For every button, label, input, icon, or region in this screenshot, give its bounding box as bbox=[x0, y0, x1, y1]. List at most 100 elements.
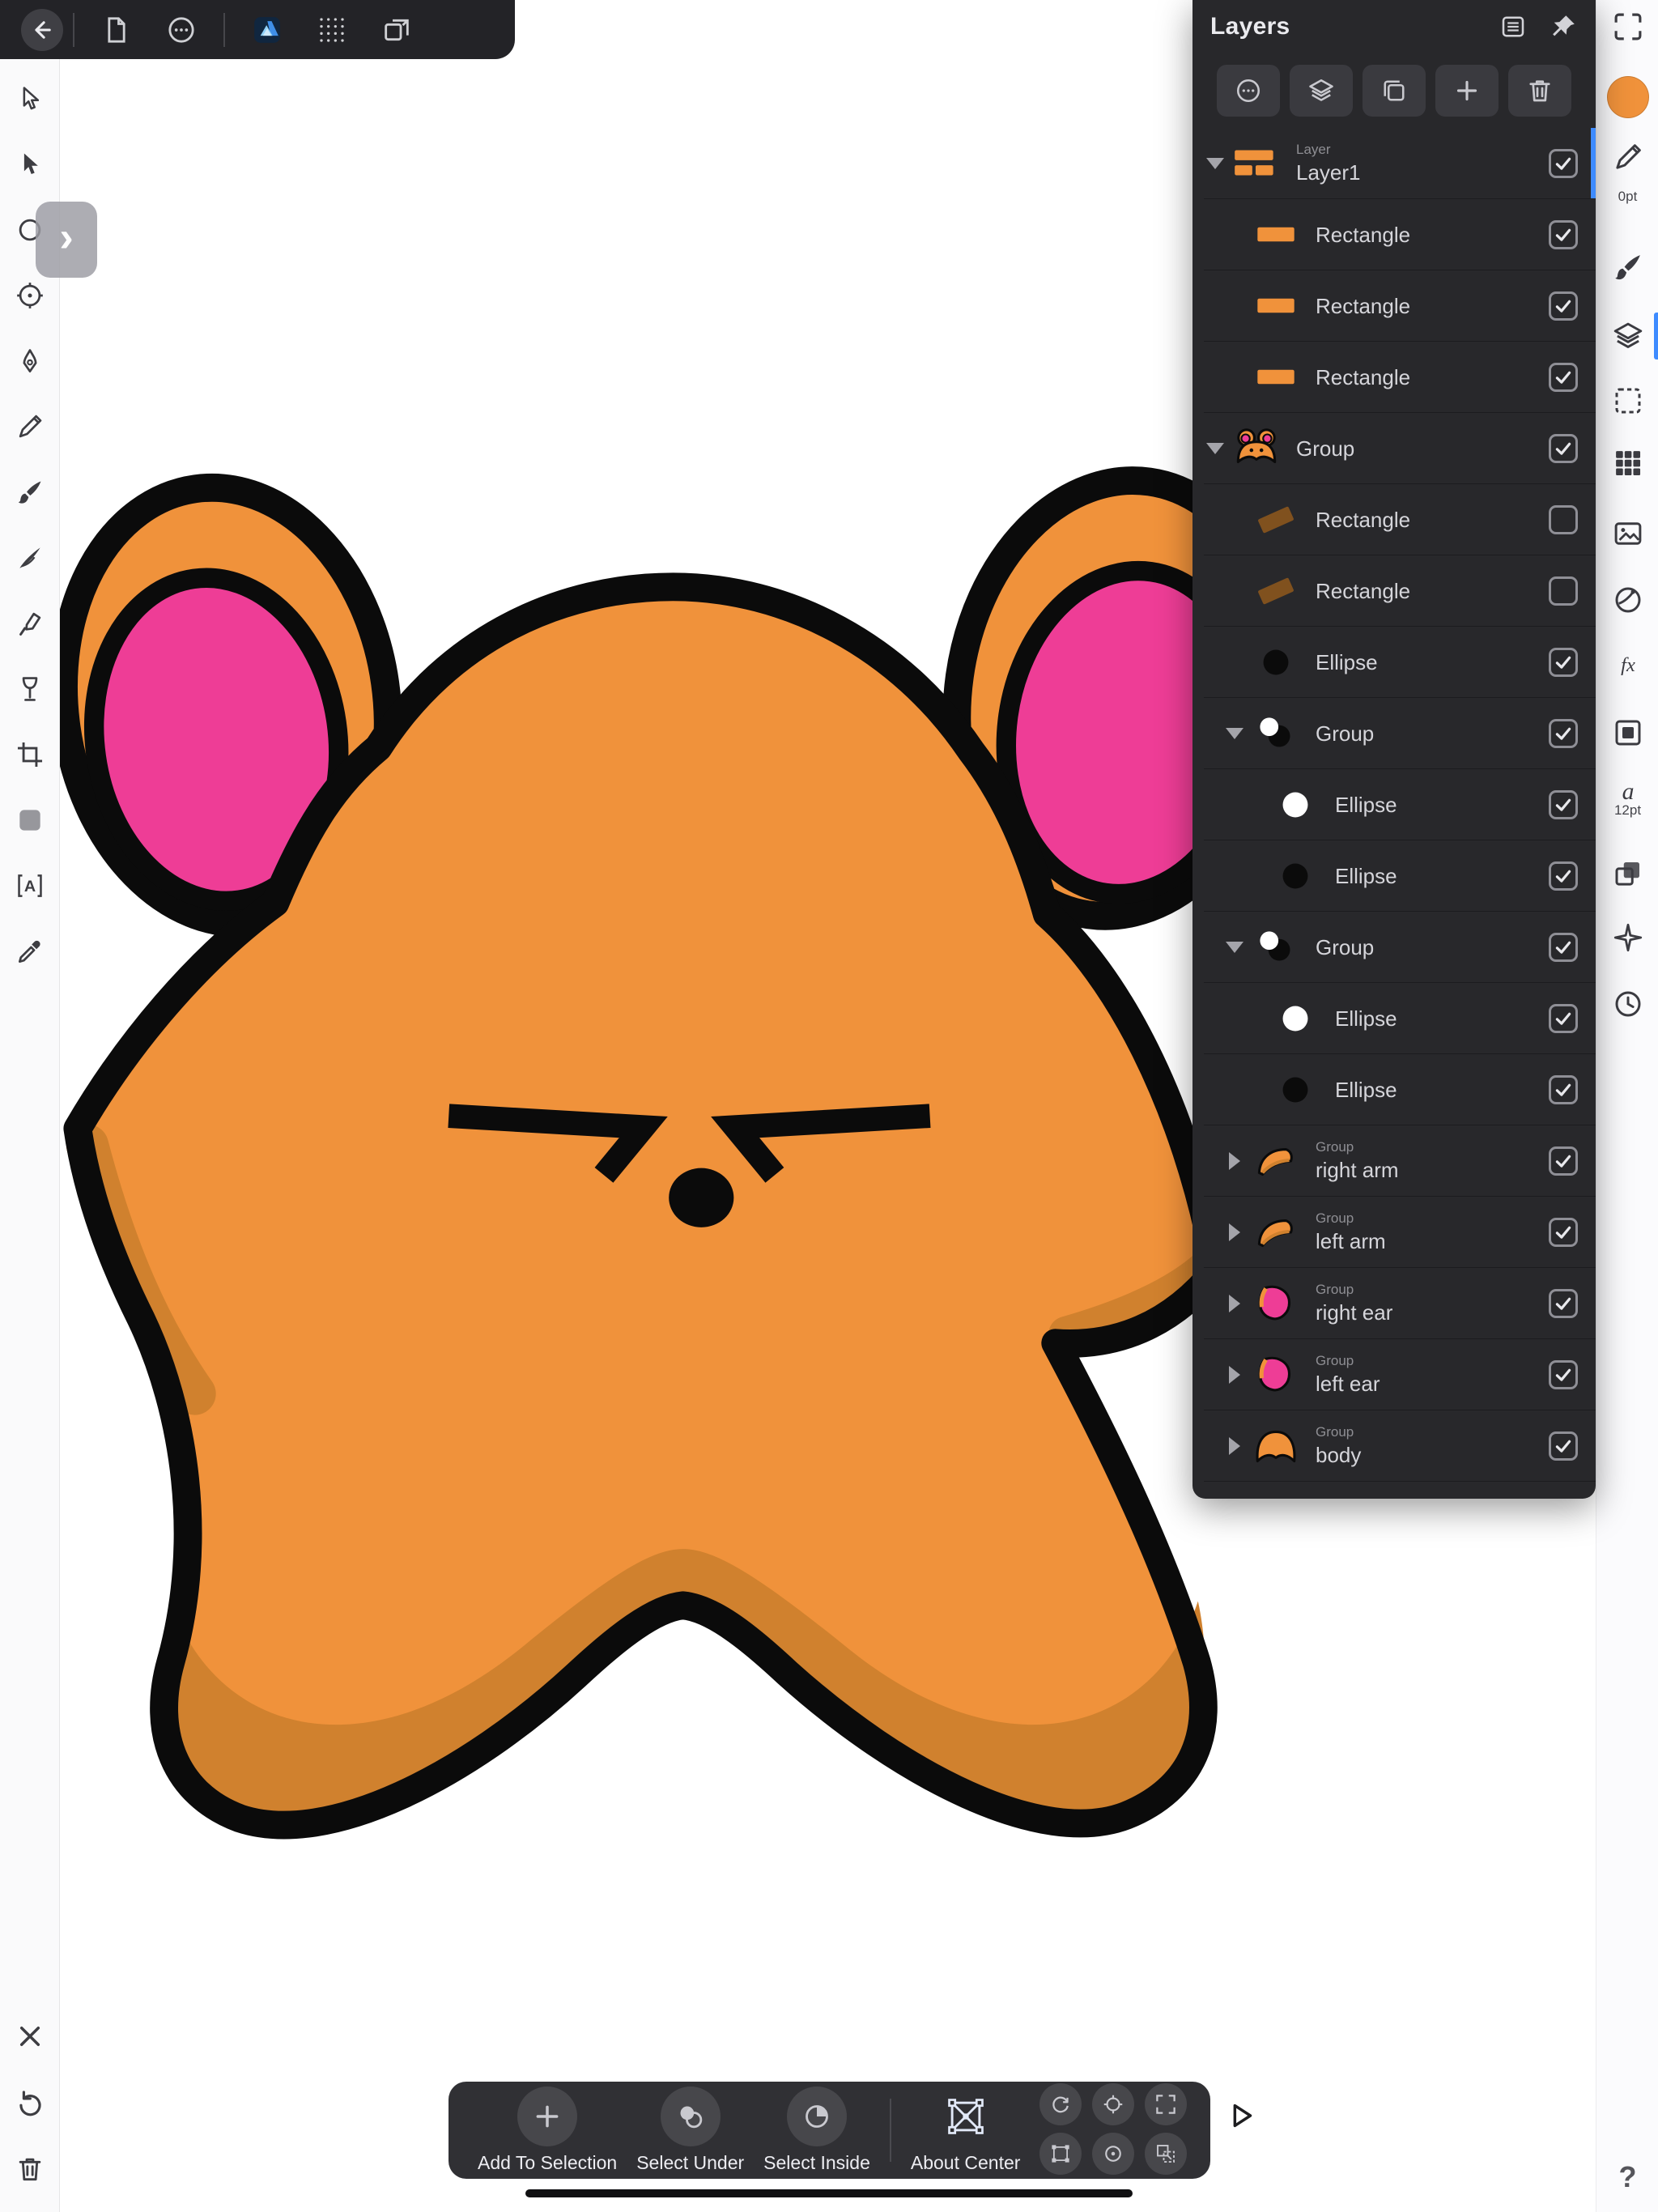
layer-row[interactable]: Group bbox=[1192, 413, 1596, 484]
fx-studio-button[interactable]: fx bbox=[1596, 639, 1658, 691]
center-point-button[interactable] bbox=[1092, 2133, 1134, 2175]
layer-visibility-checkbox[interactable] bbox=[1549, 1431, 1578, 1461]
artboard-button[interactable] bbox=[380, 14, 413, 46]
stroke-studio-button[interactable] bbox=[1596, 131, 1658, 183]
layer-visibility-checkbox[interactable] bbox=[1549, 719, 1578, 748]
layer-row[interactable]: Groupleft arm bbox=[1192, 1197, 1596, 1268]
help-button[interactable]: ? bbox=[1596, 2160, 1658, 2194]
layer-duplicate-button[interactable] bbox=[1363, 65, 1426, 117]
disclosure-down-icon[interactable] bbox=[1201, 443, 1230, 454]
disclosure-down-icon[interactable] bbox=[1201, 158, 1230, 169]
paint-brush-tool[interactable] bbox=[0, 459, 59, 525]
layer-row[interactable]: Ellipse bbox=[1192, 627, 1596, 698]
arrange-studio-button[interactable] bbox=[1596, 848, 1658, 900]
layer-row[interactable]: Rectangle bbox=[1192, 484, 1596, 555]
about-center-button[interactable]: About Center bbox=[901, 2087, 1031, 2174]
color-picker-tool[interactable] bbox=[0, 918, 59, 984]
media-studio-button[interactable] bbox=[1596, 508, 1658, 559]
cancel-button[interactable] bbox=[15, 2021, 45, 2052]
layer-row[interactable]: Rectangle bbox=[1192, 270, 1596, 342]
layer-visibility-checkbox[interactable] bbox=[1549, 648, 1578, 677]
layer-row[interactable]: LayerLayer1 bbox=[1192, 128, 1596, 199]
layer-row[interactable]: Group bbox=[1192, 912, 1596, 983]
layer-row[interactable]: Groupright ear bbox=[1192, 1268, 1596, 1339]
layer-visibility-checkbox[interactable] bbox=[1549, 861, 1578, 891]
back-button[interactable] bbox=[21, 9, 63, 51]
disclosure-right-icon[interactable] bbox=[1220, 1223, 1249, 1241]
pencil-tool[interactable] bbox=[0, 393, 59, 459]
layer-visibility-checkbox[interactable] bbox=[1549, 1075, 1578, 1104]
history-studio-button[interactable] bbox=[1596, 978, 1658, 1030]
layer-visibility-checkbox[interactable] bbox=[1549, 363, 1578, 392]
layer-visibility-checkbox[interactable] bbox=[1549, 434, 1578, 463]
tools-drawer-handle[interactable]: › bbox=[36, 202, 97, 278]
layer-visibility-checkbox[interactable] bbox=[1549, 291, 1578, 321]
layer-visibility-checkbox[interactable] bbox=[1549, 1218, 1578, 1247]
disclosure-down-icon[interactable] bbox=[1220, 728, 1249, 739]
layer-row[interactable]: Ellipse bbox=[1192, 769, 1596, 840]
add-to-selection-button[interactable]: Add To Selection bbox=[468, 2087, 627, 2174]
text-tool[interactable]: A bbox=[0, 853, 59, 918]
delete-layer-button[interactable] bbox=[1508, 65, 1571, 117]
snapping-studio-button[interactable] bbox=[1596, 912, 1658, 963]
layers-studio-button[interactable] bbox=[1596, 310, 1658, 362]
layer-row[interactable]: Groupright arm bbox=[1192, 1125, 1596, 1197]
pin-panel-button[interactable] bbox=[1549, 12, 1578, 41]
layer-stack-button[interactable] bbox=[1290, 65, 1353, 117]
layer-row[interactable]: Rectangle bbox=[1192, 555, 1596, 627]
swatch-tool[interactable] bbox=[0, 787, 59, 853]
target-button[interactable] bbox=[1092, 2083, 1134, 2125]
bounds-button[interactable] bbox=[1039, 2133, 1082, 2175]
layer-visibility-checkbox[interactable] bbox=[1549, 576, 1578, 606]
layer-row[interactable]: Ellipse bbox=[1192, 983, 1596, 1054]
layer-row[interactable]: Ellipse bbox=[1192, 1054, 1596, 1125]
layer-visibility-checkbox[interactable] bbox=[1549, 1289, 1578, 1318]
selection-studio-button[interactable] bbox=[1596, 375, 1658, 427]
frame-studio-button[interactable] bbox=[1596, 707, 1658, 759]
layer-more-button[interactable] bbox=[1217, 65, 1280, 117]
home-indicator[interactable] bbox=[525, 2189, 1133, 2197]
crop-tool[interactable] bbox=[0, 721, 59, 787]
text-studio-button[interactable]: a bbox=[1596, 766, 1658, 818]
vector-brush-tool[interactable] bbox=[0, 525, 59, 590]
disclosure-right-icon[interactable] bbox=[1220, 1437, 1249, 1455]
undo-button[interactable] bbox=[15, 2087, 45, 2118]
pen-tool[interactable] bbox=[0, 328, 59, 393]
add-layer-button[interactable] bbox=[1435, 65, 1499, 117]
document-button[interactable] bbox=[100, 14, 133, 46]
rotate-button[interactable] bbox=[1039, 2083, 1082, 2125]
swatches-studio-button[interactable] bbox=[1596, 437, 1658, 489]
layer-row[interactable]: Group bbox=[1192, 698, 1596, 769]
scale-button[interactable] bbox=[1145, 2083, 1187, 2125]
layer-visibility-checkbox[interactable] bbox=[1549, 220, 1578, 249]
snapping-grid-button[interactable] bbox=[316, 14, 348, 46]
node-tool[interactable] bbox=[0, 131, 59, 197]
affinity-designer-logo[interactable] bbox=[251, 14, 283, 46]
layer-visibility-checkbox[interactable] bbox=[1549, 1146, 1578, 1176]
layer-visibility-checkbox[interactable] bbox=[1549, 790, 1578, 819]
layer-row[interactable]: Groupbody bbox=[1192, 1410, 1596, 1482]
disclosure-right-icon[interactable] bbox=[1220, 1366, 1249, 1384]
layer-row[interactable]: Rectangle bbox=[1192, 199, 1596, 270]
disclosure-right-icon[interactable] bbox=[1220, 1152, 1249, 1170]
more-options-button[interactable] bbox=[165, 14, 198, 46]
marker-tool[interactable] bbox=[0, 590, 59, 656]
disclosure-right-icon[interactable] bbox=[1220, 1295, 1249, 1312]
layer-row[interactable]: Groupleft ear bbox=[1192, 1339, 1596, 1410]
layer-visibility-checkbox[interactable] bbox=[1549, 1360, 1578, 1389]
layer-visibility-checkbox[interactable] bbox=[1549, 933, 1578, 962]
delete-button[interactable] bbox=[15, 2154, 45, 2184]
layer-visibility-checkbox[interactable] bbox=[1549, 505, 1578, 534]
select-under-button[interactable]: Select Under bbox=[627, 2087, 754, 2174]
fill-tool[interactable] bbox=[0, 656, 59, 721]
layer-visibility-checkbox[interactable] bbox=[1549, 149, 1578, 178]
move-tool[interactable] bbox=[0, 66, 59, 131]
layer-visibility-checkbox[interactable] bbox=[1549, 1004, 1578, 1033]
brush-studio-button[interactable] bbox=[1596, 241, 1658, 293]
color-swatch[interactable] bbox=[1596, 71, 1658, 123]
transform-duplicate-button[interactable] bbox=[1145, 2133, 1187, 2175]
layer-row[interactable]: Ellipse bbox=[1192, 840, 1596, 912]
select-inside-button[interactable]: Select Inside bbox=[754, 2087, 880, 2174]
stock-studio-button[interactable] bbox=[1596, 574, 1658, 626]
transform-studio-button[interactable] bbox=[1596, 1, 1658, 53]
